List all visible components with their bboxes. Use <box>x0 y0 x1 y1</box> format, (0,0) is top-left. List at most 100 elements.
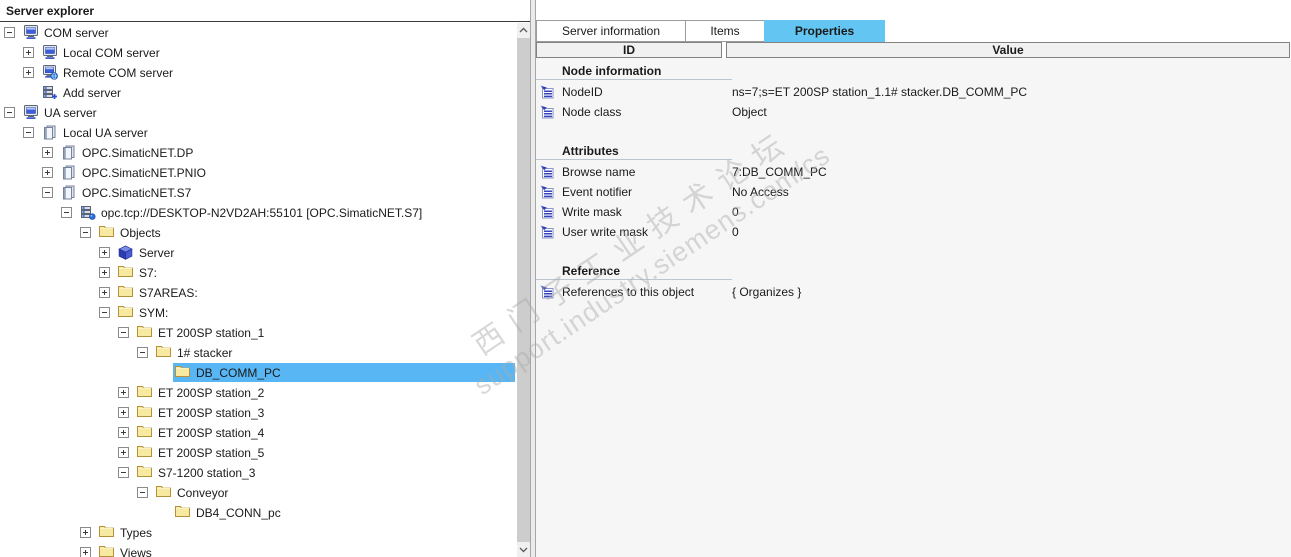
scroll-up-icon[interactable] <box>517 23 530 38</box>
scroll-down-icon[interactable] <box>517 542 530 557</box>
details-panel: Server information Items Properties ID Valu… <box>536 0 1291 557</box>
expander-plus-icon[interactable] <box>80 527 91 538</box>
tree-node[interactable]: S7-1200 station_3 <box>0 463 517 483</box>
tree-node[interactable]: COM server <box>0 23 517 43</box>
expander-plus-icon[interactable] <box>23 67 34 78</box>
tree-node[interactable]: Objects <box>0 223 517 243</box>
expander-minus-icon[interactable] <box>137 487 148 498</box>
folder-icon <box>175 365 191 381</box>
tree-node[interactable]: DB_COMM_PC <box>0 363 517 383</box>
folder-icon <box>156 345 172 361</box>
expander-minus-icon[interactable] <box>42 187 53 198</box>
folder-icon <box>175 505 191 521</box>
expander-plus-icon[interactable] <box>99 247 110 258</box>
page-title: Server explorer <box>6 4 95 18</box>
tree-node[interactable]: OPC.SimaticNET.PNIO <box>0 163 517 183</box>
property-label: Event notifier <box>562 185 633 199</box>
expander-minus-icon[interactable] <box>4 27 15 38</box>
property-value: Object <box>732 105 767 119</box>
tree-node-label: Local UA server <box>63 126 148 140</box>
expander-plus-icon[interactable] <box>99 267 110 278</box>
expander-minus-icon[interactable] <box>118 327 129 338</box>
tree-node[interactable]: SYM: <box>0 303 517 323</box>
attribute-icon <box>540 85 554 99</box>
ledger-icon <box>61 145 77 161</box>
tab-bar: Server information Items Properties <box>536 20 885 42</box>
tree-node-label: Server <box>139 246 175 260</box>
expander-plus-icon[interactable] <box>118 407 129 418</box>
tree-node[interactable]: S7AREAS: <box>0 283 517 303</box>
property-row[interactable]: NodeID ns=7;s=ET 200SP station_1.1# stack… <box>536 82 1291 102</box>
tree-node[interactable]: 1# stacker <box>0 343 517 363</box>
tree-node[interactable]: Local COM server <box>0 43 517 63</box>
expander-plus-icon[interactable] <box>23 47 34 58</box>
tree-node[interactable]: ET 200SP station_1 <box>0 323 517 343</box>
tree-node-label: OPC.SimaticNET.S7 <box>82 186 192 200</box>
expander-minus-icon[interactable] <box>80 227 91 238</box>
folder-icon <box>99 225 115 241</box>
tab-properties[interactable]: Properties <box>764 20 885 42</box>
tree-node[interactable]: UA server <box>0 103 517 123</box>
tree-node[interactable]: Views <box>0 543 517 557</box>
tree-node[interactable]: Server <box>0 243 517 263</box>
tree-node[interactable]: ET 200SP station_3 <box>0 403 517 423</box>
attribute-icon <box>540 165 554 179</box>
tree-node[interactable]: ET 200SP station_5 <box>0 443 517 463</box>
tree-node[interactable]: opc.tcp://DESKTOP-N2VD2AH:55101 [OPC.Sim… <box>0 203 517 223</box>
expander-minus-icon[interactable] <box>118 467 129 478</box>
expander-plus-icon[interactable] <box>80 547 91 557</box>
tree-node-label: Views <box>120 546 152 557</box>
property-row[interactable]: User write mask 0 <box>536 222 1291 242</box>
folder-icon <box>137 465 153 481</box>
tree-node[interactable]: OPC.SimaticNET.S7 <box>0 183 517 203</box>
scrollbar-thumb[interactable] <box>517 38 530 542</box>
expander-plus-icon[interactable] <box>118 387 129 398</box>
ledger-icon <box>42 125 58 141</box>
vertical-scrollbar[interactable] <box>517 23 530 557</box>
attribute-icon <box>540 205 554 219</box>
column-header-value[interactable]: Value <box>726 42 1290 58</box>
tree-node[interactable]: Local UA server <box>0 123 517 143</box>
property-label: Node class <box>562 105 622 119</box>
expander-minus-icon[interactable] <box>99 307 110 318</box>
tab-server-information[interactable]: Server information <box>536 20 686 42</box>
expander-minus-icon[interactable] <box>23 127 34 138</box>
tree-node[interactable]: S7: <box>0 263 517 283</box>
expander-plus-icon[interactable] <box>118 447 129 458</box>
property-value: { Organizes } <box>732 285 802 299</box>
tree-node[interactable]: ET 200SP station_2 <box>0 383 517 403</box>
tree-node-label: ET 200SP station_2 <box>158 386 265 400</box>
property-row[interactable]: Browse name 7:DB_COMM_PC <box>536 162 1291 182</box>
expander-plus-icon[interactable] <box>99 287 110 298</box>
tree-node-label: COM server <box>44 26 109 40</box>
tree-node-label: ET 200SP station_5 <box>158 446 265 460</box>
property-label: User write mask <box>562 225 649 239</box>
property-row[interactable]: Event notifier No Access <box>536 182 1291 202</box>
tab-items[interactable]: Items <box>685 20 765 42</box>
expander-minus-icon[interactable] <box>4 107 15 118</box>
section-header: Attributes <box>536 142 1291 162</box>
tree-node[interactable]: ET 200SP station_4 <box>0 423 517 443</box>
property-row[interactable]: Write mask 0 <box>536 202 1291 222</box>
folder-icon <box>137 385 153 401</box>
server-dot-icon <box>80 205 96 221</box>
expander-plus-icon[interactable] <box>118 427 129 438</box>
expander-plus-icon[interactable] <box>42 147 53 158</box>
property-row[interactable]: References to this object { Organizes } <box>536 282 1291 302</box>
column-header-id[interactable]: ID <box>536 42 722 58</box>
attribute-icon <box>540 105 554 119</box>
tree-node-label: OPC.SimaticNET.PNIO <box>82 166 207 180</box>
section-title: Attributes <box>562 144 619 158</box>
tree-node[interactable]: Add server <box>0 83 517 103</box>
tree-node[interactable]: Types <box>0 523 517 543</box>
expander-minus-icon[interactable] <box>137 347 148 358</box>
property-row[interactable]: Node class Object <box>536 102 1291 122</box>
tree-node[interactable]: OPC.SimaticNET.DP <box>0 143 517 163</box>
tree-node[interactable]: Remote COM server <box>0 63 517 83</box>
tree-node[interactable]: DB4_CONN_pc <box>0 503 517 523</box>
tree-node[interactable]: Conveyor <box>0 483 517 503</box>
expander-plus-icon[interactable] <box>42 167 53 178</box>
attribute-icon <box>540 285 554 299</box>
tree-node-label: Types <box>120 526 153 540</box>
expander-minus-icon[interactable] <box>61 207 72 218</box>
